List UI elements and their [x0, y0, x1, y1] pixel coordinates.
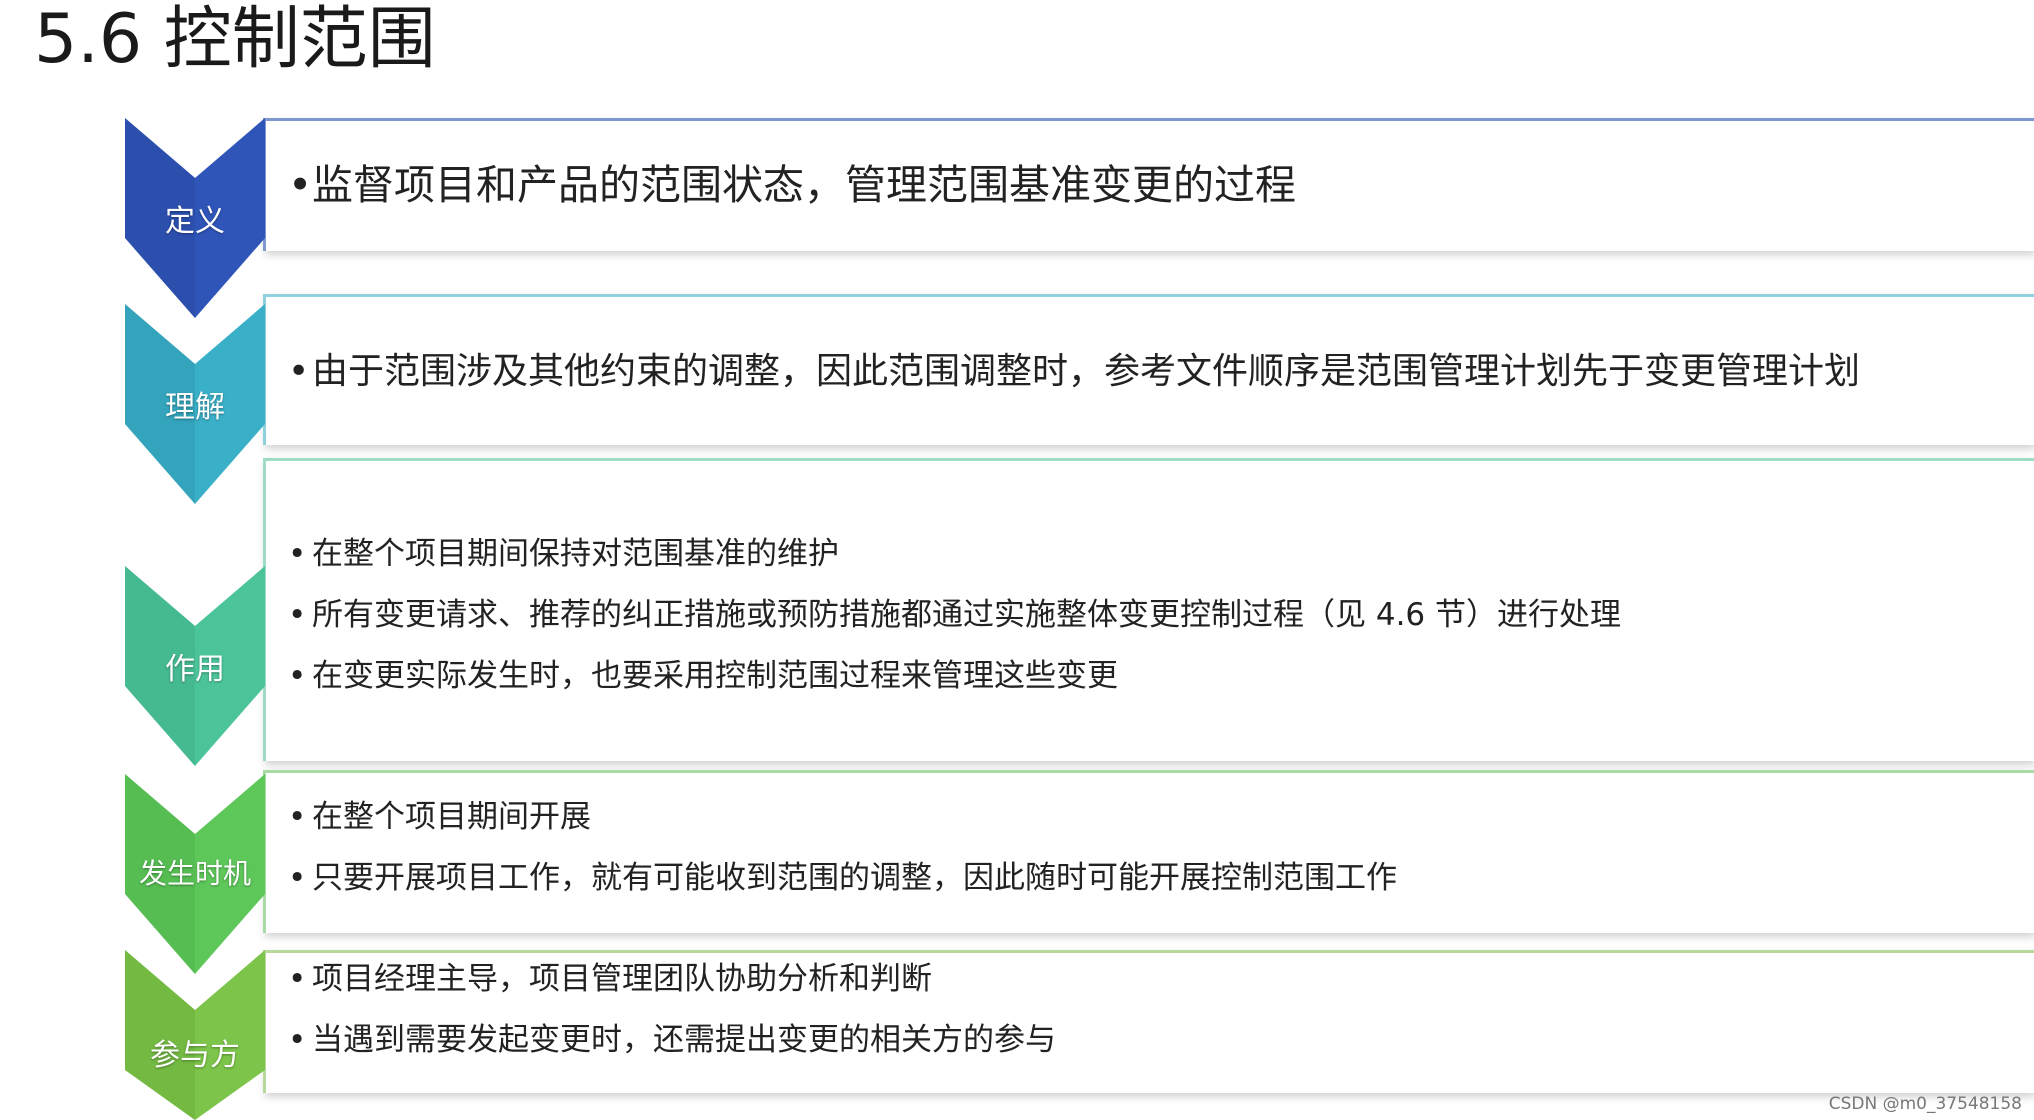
- understanding-chevron: 理解: [125, 304, 265, 504]
- purpose-panel: 在整个项目期间保持对范围基准的维护 所有变更请求、推荐的纠正措施或预防措施都通过…: [263, 458, 2034, 761]
- definition-bullet-1: 监督项目和产品的范围状态，管理范围基准变更的过程: [288, 157, 1296, 213]
- participants-bullets: 项目经理主导，项目管理团队协助分析和判断 当遇到需要发起变更时，还需提出变更的相…: [288, 949, 1056, 1071]
- understanding-label: 理解: [165, 390, 225, 425]
- page-title: 5.6 控制范围: [34, 0, 436, 79]
- participants-panel: 项目经理主导，项目管理团队协助分析和判断 当遇到需要发起变更时，还需提出变更的相…: [263, 949, 2034, 1093]
- participants-bullet-1: 项目经理主导，项目管理团队协助分析和判断: [288, 949, 1056, 1010]
- timing-panel: 在整个项目期间开展 只要开展项目工作，就有可能收到范围的调整，因此随时可能开展控…: [263, 770, 2034, 933]
- participants-label: 参与方: [150, 1038, 240, 1073]
- definition-panel: 监督项目和产品的范围状态，管理范围基准变更的过程: [263, 118, 2034, 251]
- purpose-bullet-2: 所有变更请求、推荐的纠正措施或预防措施都通过实施整体变更控制过程（见 4.6 节…: [288, 585, 1621, 646]
- timing-bullet-1: 在整个项目期间开展: [288, 787, 1397, 848]
- timing-chevron: 发生时机: [125, 774, 265, 974]
- participants-bullet-2: 当遇到需要发起变更时，还需提出变更的相关方的参与: [288, 1010, 1056, 1071]
- timing-label: 发生时机: [138, 857, 251, 890]
- timing-bullets: 在整个项目期间开展 只要开展项目工作，就有可能收到范围的调整，因此随时可能开展控…: [288, 787, 1397, 909]
- timing-bullet-2: 只要开展项目工作，就有可能收到范围的调整，因此随时可能开展控制范围工作: [288, 848, 1397, 909]
- definition-bullets: 监督项目和产品的范围状态，管理范围基准变更的过程: [288, 157, 1296, 213]
- purpose-bullets: 在整个项目期间保持对范围基准的维护 所有变更请求、推荐的纠正措施或预防措施都通过…: [288, 524, 1621, 707]
- understanding-bullets: 由于范围涉及其他约束的调整，因此范围调整时，参考文件顺序是范围管理计划先于变更管…: [288, 347, 1860, 397]
- purpose-label: 作用: [165, 652, 225, 687]
- definition-chevron: 定义: [125, 118, 265, 318]
- participants-chevron: 参与方: [125, 950, 265, 1120]
- purpose-chevron: 作用: [125, 566, 265, 766]
- definition-label: 定义: [165, 204, 225, 239]
- watermark: CSDN @m0_37548158: [1828, 1094, 2022, 1114]
- understanding-panel: 由于范围涉及其他约束的调整，因此范围调整时，参考文件顺序是范围管理计划先于变更管…: [263, 294, 2034, 445]
- purpose-bullet-1: 在整个项目期间保持对范围基准的维护: [288, 524, 1621, 585]
- purpose-bullet-3: 在变更实际发生时，也要采用控制范围过程来管理这些变更: [288, 646, 1621, 707]
- understanding-bullet-1: 由于范围涉及其他约束的调整，因此范围调整时，参考文件顺序是范围管理计划先于变更管…: [288, 347, 1860, 397]
